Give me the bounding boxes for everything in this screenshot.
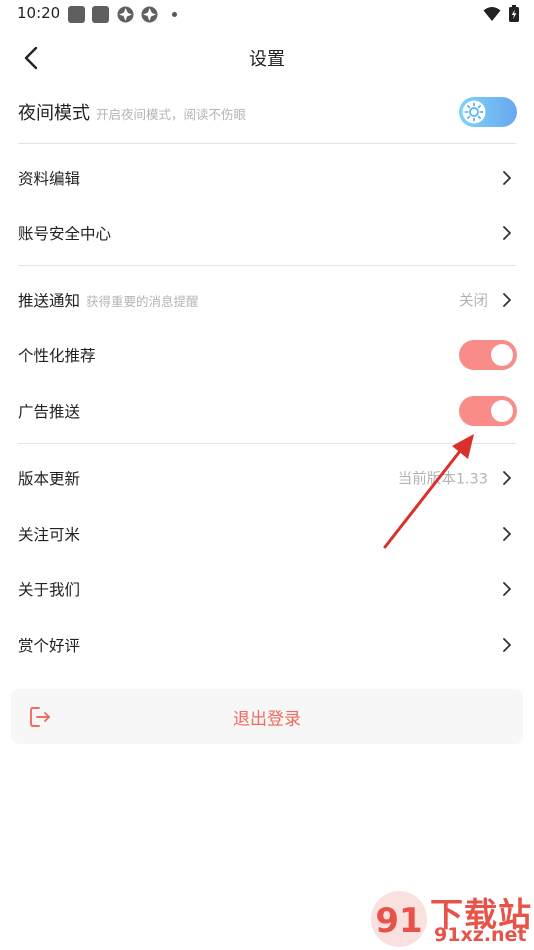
toggle-knob xyxy=(491,400,513,422)
night-mode-row: 夜间模式 开启夜间模式，阅读不伤眼 xyxy=(0,84,534,140)
logout-button[interactable]: 退出登录 xyxy=(11,689,523,744)
shutter-icon xyxy=(141,6,158,23)
battery-charging-icon xyxy=(509,5,519,22)
about-us-label: 关于我们 xyxy=(18,581,81,599)
notification-square-icon xyxy=(68,6,85,23)
push-notification-hint: 获得重要的消息提醒 xyxy=(86,294,199,309)
annotation-arrow xyxy=(383,434,474,549)
push-notification-row[interactable]: 推送通知 获得重要的消息提醒 关闭 xyxy=(0,272,534,328)
chevron-right-icon xyxy=(503,293,511,307)
logout-label: 退出登录 xyxy=(233,709,301,729)
about-us-row[interactable]: 关于我们 xyxy=(0,561,534,617)
rate-app-row[interactable]: 赏个好评 xyxy=(0,617,534,673)
profile-edit-row[interactable]: 资料编辑 xyxy=(0,150,534,206)
rate-app-label: 赏个好评 xyxy=(18,637,81,655)
account-security-label: 账号安全中心 xyxy=(18,225,112,243)
sun-icon xyxy=(462,100,486,124)
header: 设置 xyxy=(0,30,534,85)
watermark-logo: 91 xyxy=(371,891,427,947)
push-notification-label: 推送通知 xyxy=(18,292,81,310)
status-bar: 10:20 xyxy=(0,0,534,30)
version-update-label: 版本更新 xyxy=(18,470,81,488)
ad-push-toggle[interactable] xyxy=(459,396,517,426)
chevron-right-icon xyxy=(503,171,511,185)
notification-square-icon xyxy=(92,6,109,23)
divider xyxy=(18,143,516,144)
toggle-knob xyxy=(491,344,513,366)
chevron-right-icon xyxy=(503,471,511,485)
watermark-logo-text: 91 xyxy=(375,901,422,941)
night-mode-label: 夜间模式 xyxy=(18,103,90,124)
chevron-right-icon xyxy=(503,638,511,652)
account-security-row[interactable]: 账号安全中心 xyxy=(0,205,534,261)
night-mode-hint: 开启夜间模式，阅读不伤眼 xyxy=(96,107,247,122)
push-notification-value: 关闭 xyxy=(459,293,488,310)
personalized-recommend-row: 个性化推荐 xyxy=(0,327,534,383)
follow-label: 关注可米 xyxy=(18,526,81,544)
ad-push-label: 广告推送 xyxy=(18,403,81,421)
night-mode-toggle[interactable] xyxy=(459,97,517,127)
chevron-right-icon xyxy=(503,582,511,596)
profile-edit-label: 资料编辑 xyxy=(18,170,81,188)
shutter-icon xyxy=(117,6,134,23)
page-title: 设置 xyxy=(249,49,285,70)
chevron-right-icon xyxy=(503,527,511,541)
dot-icon xyxy=(172,12,177,17)
divider xyxy=(18,265,516,266)
watermark: 91 下载站 91xz.net xyxy=(368,888,534,950)
personalized-recommend-label: 个性化推荐 xyxy=(18,347,96,365)
status-time: 10:20 xyxy=(17,4,61,22)
wifi-icon xyxy=(483,7,501,21)
personalized-recommend-toggle[interactable] xyxy=(459,340,517,370)
chevron-right-icon xyxy=(503,226,511,240)
watermark-url: 91xz.net xyxy=(434,924,527,946)
